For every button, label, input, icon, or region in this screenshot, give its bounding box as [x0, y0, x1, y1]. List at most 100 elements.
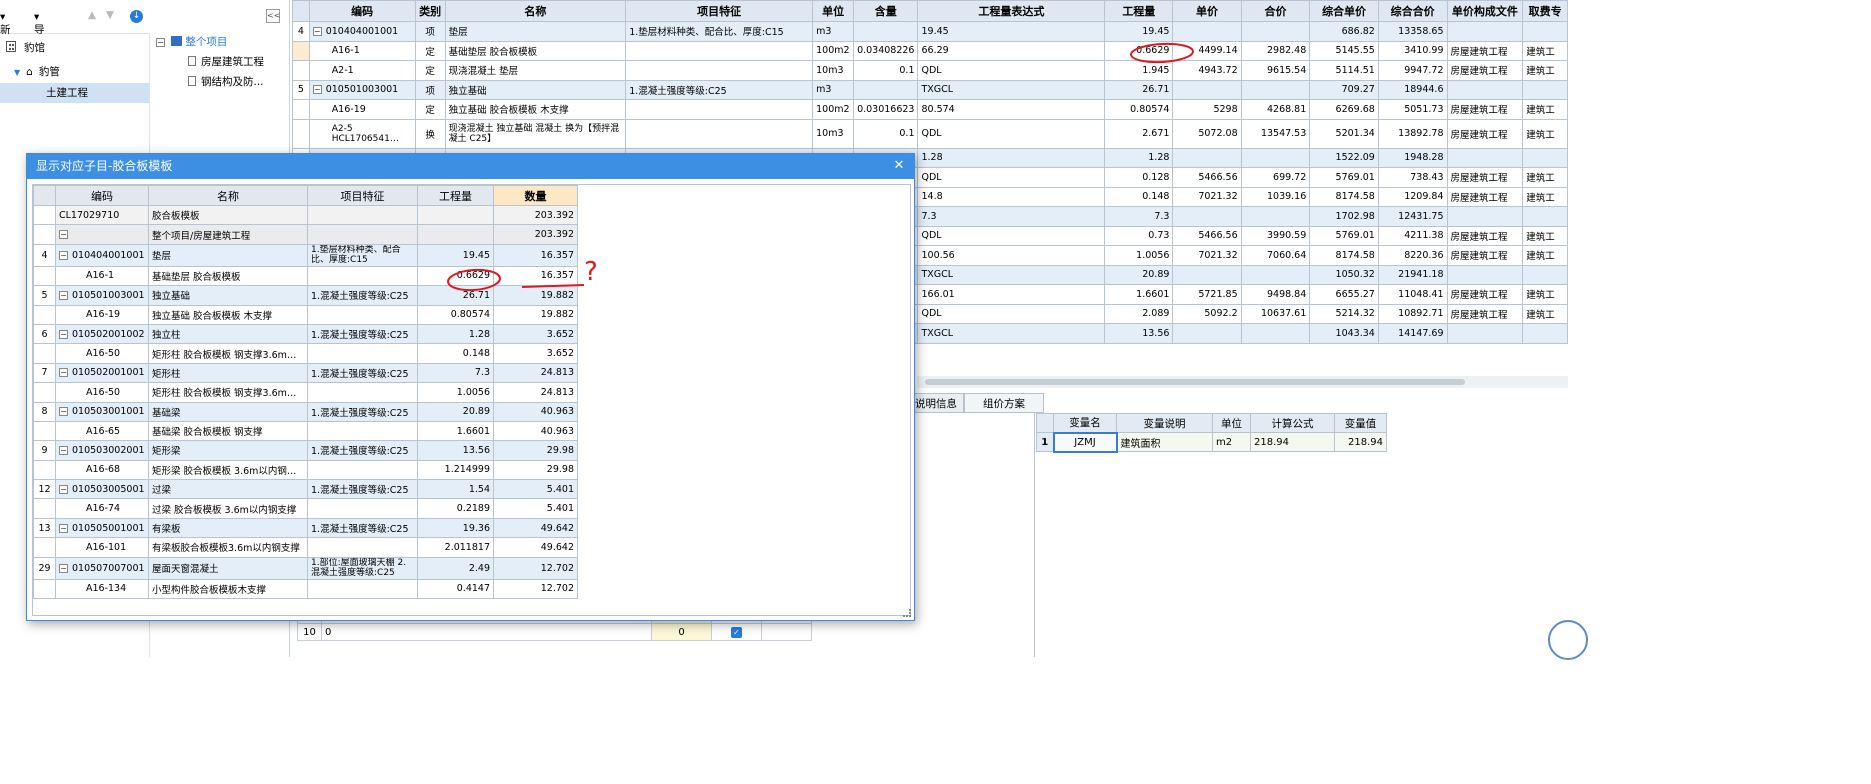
composite-price-cell[interactable]: 6269.68: [1309, 99, 1379, 120]
amount-cell[interactable]: 3.652: [493, 343, 578, 364]
assistant-float-icon[interactable]: [1548, 620, 1588, 660]
composite-total-cell[interactable]: 11048.41: [1377, 284, 1448, 305]
code-cell[interactable]: −010501003001: [308, 79, 416, 100]
name-cell[interactable]: 独立柱: [148, 323, 308, 345]
dialog-row[interactable]: CL17029710 胶合板模板 203.392: [33, 204, 910, 226]
feature-cell[interactable]: [307, 204, 418, 226]
quantity-cell[interactable]: 0.80574: [1104, 99, 1174, 120]
fee-cell[interactable]: 建筑工: [1522, 60, 1568, 81]
unit-cell[interactable]: m3: [812, 79, 855, 100]
feature-cell[interactable]: [307, 537, 418, 558]
quantity-cell[interactable]: 26.71: [1104, 79, 1174, 100]
collapse-icon[interactable]: −: [312, 85, 322, 95]
composite-total-cell[interactable]: 13358.65: [1377, 21, 1448, 42]
table-row[interactable]: 10 0 0 ✓: [297, 623, 812, 641]
collapse-icon[interactable]: −: [59, 250, 68, 260]
fee-cell[interactable]: 建筑工: [1522, 40, 1568, 61]
code-cell[interactable]: −010502001002: [55, 323, 149, 345]
fee-cell[interactable]: 建筑工: [1522, 303, 1568, 324]
composite-total-cell[interactable]: 14147.69: [1377, 323, 1448, 344]
price-cell[interactable]: 7021.32: [1172, 186, 1242, 207]
expression-cell[interactable]: QDL: [917, 167, 1106, 188]
close-icon[interactable]: ✕: [890, 157, 908, 175]
code-cell[interactable]: −010404001001: [308, 21, 416, 42]
name-cell[interactable]: 独立基础: [148, 285, 308, 306]
amount-cell[interactable]: 203.392: [493, 204, 578, 226]
table-row[interactable]: A16-19 定独立基础 胶合板模板 木支撑 100m2 0.03016623 80.5…: [292, 99, 1568, 120]
content-cell[interactable]: 0.1: [853, 60, 919, 81]
fee-cell[interactable]: 建筑工: [1522, 284, 1568, 305]
composite-price-cell[interactable]: 5201.34: [1309, 118, 1379, 149]
dialog-row[interactable]: A16-19 独立基础 胶合板模板 木支撑 0.80574 19.882: [33, 304, 910, 325]
composite-price-cell[interactable]: 709.27: [1309, 79, 1379, 100]
quantity-cell[interactable]: 0.73: [1104, 225, 1174, 246]
composite-price-cell[interactable]: 1702.98: [1309, 206, 1379, 227]
name-cell[interactable]: 矩形柱 胶合板模板 钢支撑3.6m…: [148, 382, 308, 403]
quantity-cell[interactable]: [417, 224, 494, 245]
code-cell[interactable]: A16-74: [55, 498, 149, 519]
quantity-cell[interactable]: 0.148: [417, 343, 494, 364]
amount-cell[interactable]: 12.702: [493, 578, 578, 600]
type-cell[interactable]: 换: [414, 118, 446, 149]
quantity-cell[interactable]: 20.89: [1104, 264, 1174, 285]
price-cell[interactable]: 5466.56: [1172, 225, 1242, 246]
feature-cell[interactable]: [307, 224, 418, 245]
expression-cell[interactable]: 66.29: [917, 40, 1106, 61]
feature-cell[interactable]: [625, 60, 814, 81]
expression-cell[interactable]: QDL: [917, 118, 1106, 149]
tree-node-building[interactable]: 房屋建筑工程: [188, 54, 264, 69]
total-cell[interactable]: [1240, 147, 1311, 168]
name-cell[interactable]: 胶合板模板: [148, 204, 308, 226]
pricing-file-cell[interactable]: 房屋建筑工程: [1446, 186, 1524, 207]
amount-cell[interactable]: 24.813: [493, 362, 578, 384]
feature-cell[interactable]: 1.混凝土强度等级:C25: [307, 479, 418, 500]
content-cell[interactable]: [853, 21, 919, 42]
amount-cell[interactable]: 3.652: [493, 323, 578, 345]
total-cell[interactable]: [1240, 264, 1311, 285]
tab-pricing-plan[interactable]: 组价方案: [964, 393, 1044, 413]
price-cell[interactable]: [1172, 79, 1242, 100]
quantity-cell[interactable]: 0.2189: [417, 498, 494, 519]
name-cell[interactable]: 基础梁 胶合板模板 钢支撑: [148, 420, 308, 442]
collapse-icon[interactable]: −: [59, 563, 68, 573]
total-cell[interactable]: [1240, 21, 1311, 42]
feature-cell[interactable]: [307, 382, 418, 403]
table-cell[interactable]: 0: [321, 623, 652, 641]
code-cell[interactable]: A16-50: [55, 343, 149, 364]
pricing-file-cell[interactable]: [1446, 79, 1524, 100]
code-cell[interactable]: A16-65: [55, 420, 149, 442]
price-cell[interactable]: 5721.85: [1172, 284, 1242, 305]
table-cell[interactable]: 0: [651, 623, 712, 641]
code-cell[interactable]: A2-1: [308, 60, 416, 81]
code-cell[interactable]: A16-19: [308, 99, 416, 120]
quantity-cell[interactable]: 2.49: [417, 556, 494, 580]
unit-cell[interactable]: m3: [812, 21, 855, 42]
fee-cell[interactable]: 建筑工: [1522, 99, 1568, 120]
code-cell[interactable]: A16-134: [55, 578, 149, 600]
composite-total-cell[interactable]: 21941.18: [1377, 264, 1448, 285]
quantity-cell[interactable]: 0.4147: [417, 578, 494, 600]
table-row[interactable]: A2-5 HCL1706541… 换现浇混凝土 独立基础 混凝土 换为【预拌混凝土…: [292, 118, 1568, 149]
amount-cell[interactable]: 16.357: [493, 243, 578, 267]
amount-cell[interactable]: 203.392: [493, 224, 578, 245]
expression-cell[interactable]: 19.45: [917, 21, 1106, 42]
dialog-row[interactable]: A16-65 基础梁 胶合板模板 钢支撑 1.6601 40.963: [33, 420, 910, 442]
composite-total-cell[interactable]: 12431.75: [1377, 206, 1448, 227]
composite-total-cell[interactable]: 1209.84: [1377, 186, 1448, 207]
code-cell[interactable]: CL17029710: [55, 204, 149, 226]
price-cell[interactable]: 4943.72: [1172, 60, 1242, 81]
quantity-cell[interactable]: 0.80574: [417, 304, 494, 325]
code-cell[interactable]: −010507007001: [55, 556, 149, 580]
amount-cell[interactable]: 40.963: [493, 401, 578, 422]
collapse-icon[interactable]: −: [59, 329, 68, 339]
total-cell[interactable]: 3990.59: [1240, 225, 1311, 246]
dialog-row[interactable]: A16-68 矩形梁 胶合板模板 3.6m以内钢… 1.214999 29.98: [33, 459, 910, 481]
table-row[interactable]: 4−010404001001 项垫层 1.垫层材料种类、配合比、厚度:C15 m3 19…: [292, 21, 1568, 42]
pricing-file-cell[interactable]: 房屋建筑工程: [1446, 40, 1524, 61]
pricing-file-cell[interactable]: [1446, 147, 1524, 168]
quantity-cell[interactable]: 1.28: [1104, 147, 1174, 168]
composite-total-cell[interactable]: 9947.72: [1377, 60, 1448, 81]
quantity-cell[interactable]: 0.148: [1104, 186, 1174, 207]
name-cell[interactable]: 过梁: [148, 479, 308, 500]
name-cell[interactable]: 矩形柱: [148, 362, 308, 384]
